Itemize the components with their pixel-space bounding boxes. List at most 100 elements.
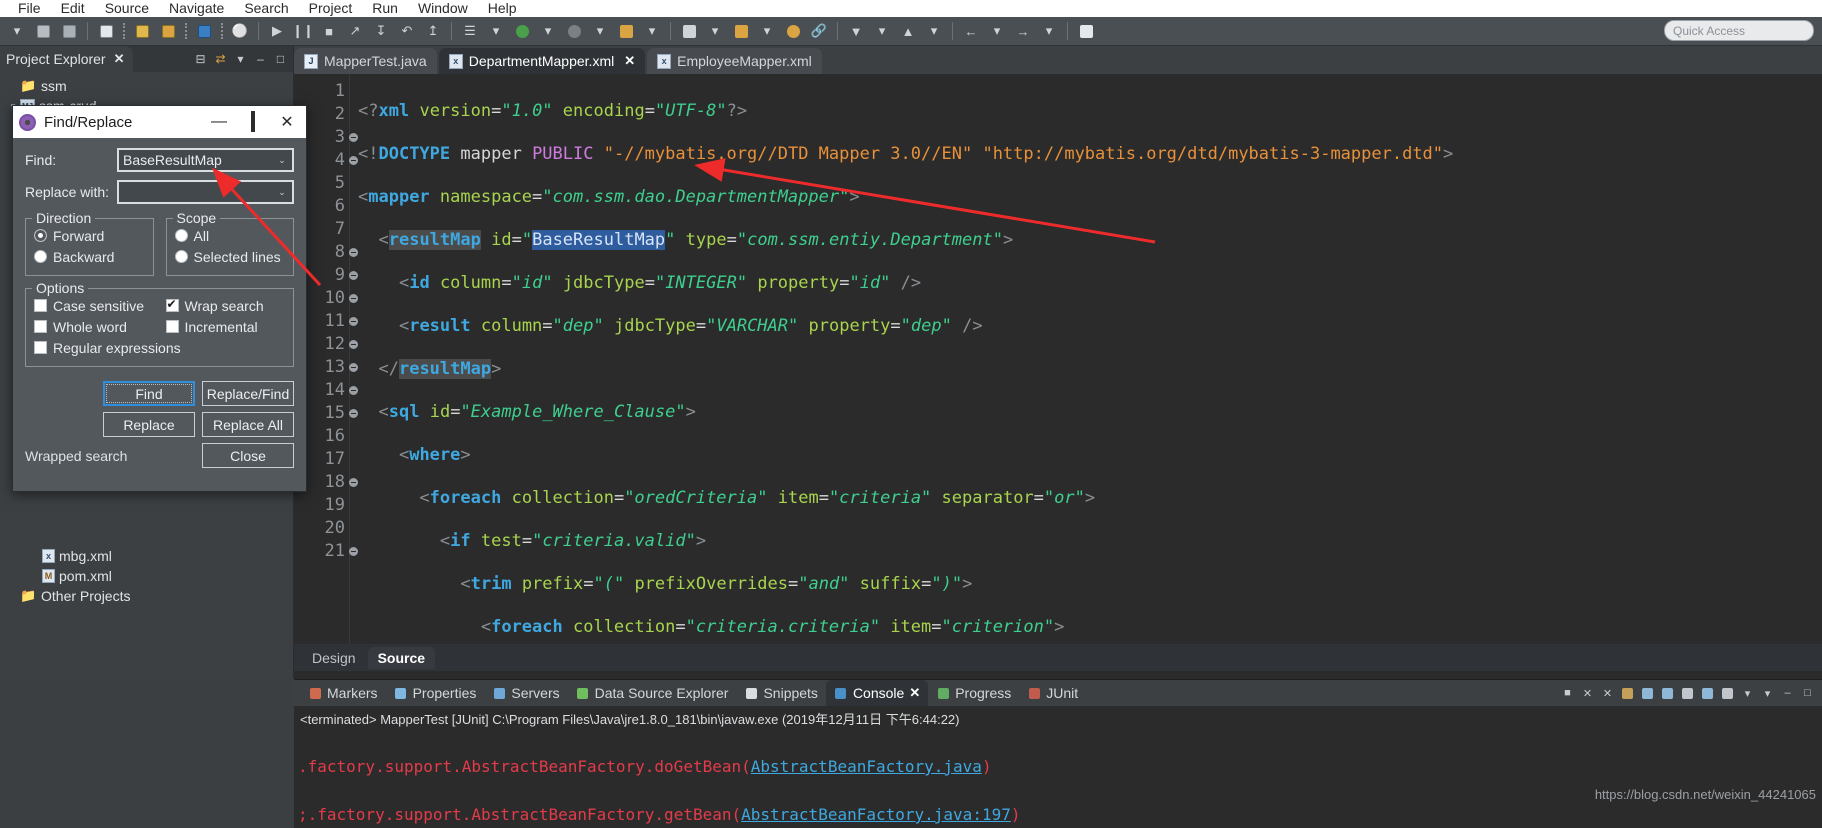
next-annotation-icon[interactable]: ▼ — [845, 20, 867, 42]
minimize-icon[interactable]: – — [252, 51, 269, 68]
fold-icon[interactable] — [349, 340, 358, 349]
tab-progress[interactable]: Progress — [928, 682, 1019, 704]
dropdown-arrow-icon-9[interactable]: ▾ — [923, 20, 945, 42]
tab-markers[interactable]: Markers — [300, 682, 386, 704]
dialog-title-bar[interactable]: Find/Replace — ✕ — [13, 106, 306, 138]
pin-icon[interactable] — [1075, 20, 1097, 42]
find-replace-dialog[interactable]: Find/Replace — ✕ Find: BaseResultMap ⌄ R… — [12, 105, 307, 492]
editor-tab-employeemapper-xml[interactable]: x EmployeeMapper.xml — [647, 48, 822, 74]
radio-forward[interactable]: Forward — [34, 225, 145, 246]
resume-icon[interactable]: ▶ — [266, 20, 288, 42]
search-icon[interactable] — [782, 20, 804, 42]
back-icon[interactable]: ← — [960, 20, 982, 42]
tab-project-explorer[interactable]: Project Explorer ✕ — [0, 46, 133, 72]
maximize-icon[interactable]: □ — [1799, 685, 1816, 701]
maximize-icon[interactable]: □ — [272, 51, 289, 68]
fold-icon[interactable] — [349, 294, 358, 303]
save-all-icon[interactable] — [58, 20, 80, 42]
tree-item-pom-xml[interactable]: M pom.xml — [4, 566, 293, 586]
tree-item-other-projects[interactable]: 📁 Other Projects — [4, 586, 293, 606]
export-icon[interactable] — [157, 20, 179, 42]
menu-item-window[interactable]: Window — [408, 0, 478, 17]
remove-launch-icon[interactable]: ✕ — [1579, 685, 1596, 701]
fold-icon[interactable] — [349, 156, 358, 165]
dropdown-arrow-icon-10[interactable]: ▾ — [986, 20, 1008, 42]
new-java-class-icon[interactable] — [678, 20, 700, 42]
pin-console-icon[interactable] — [1679, 685, 1696, 701]
dropdown-arrow-icon-11[interactable]: ▾ — [1038, 20, 1060, 42]
stack-trace-link[interactable]: AbstractBeanFactory.java:197 — [741, 805, 1011, 824]
dropdown-arrow-icon-3[interactable]: ▾ — [537, 20, 559, 42]
suspend-icon[interactable]: ❙❙ — [292, 20, 314, 42]
step-into-icon[interactable]: ↧ — [370, 20, 392, 42]
fold-icon[interactable] — [349, 363, 358, 372]
editor-tab-departmentmapper-xml[interactable]: x DepartmentMapper.xml ✕ — [438, 48, 646, 74]
step-over-icon[interactable]: ↶ — [396, 20, 418, 42]
replace-all-button[interactable]: Replace All — [202, 412, 294, 437]
close-icon[interactable]: ✕ — [114, 51, 125, 67]
view-menu-icon[interactable]: ▾ — [232, 51, 249, 68]
minimize-button[interactable]: — — [206, 113, 232, 131]
find-button[interactable]: Find — [103, 381, 195, 406]
radio-all[interactable]: All — [174, 225, 286, 246]
radio-selected-lines[interactable]: Selected lines — [174, 246, 286, 267]
step-return-icon[interactable]: ↥ — [422, 20, 444, 42]
radio-icon[interactable] — [34, 229, 47, 242]
dropdown-arrow-icon-5[interactable]: ▾ — [641, 20, 663, 42]
fold-icon[interactable] — [349, 133, 358, 142]
close-button[interactable]: ✕ — [274, 112, 300, 132]
dropdown-arrow-icon-7[interactable]: ▾ — [756, 20, 778, 42]
menu-item-run[interactable]: Run — [362, 0, 408, 17]
radio-icon[interactable] — [174, 250, 188, 263]
replace-input[interactable]: ⌄ — [117, 180, 294, 204]
dropdown-arrow-icon-8[interactable]: ▾ — [871, 20, 893, 42]
checkbox-icon[interactable] — [34, 341, 47, 354]
close-dialog-button[interactable]: Close — [202, 443, 294, 468]
view-menu-icon[interactable]: ▾ — [1759, 685, 1776, 701]
console-icon[interactable] — [193, 20, 215, 42]
scroll-lock-icon[interactable] — [1639, 685, 1656, 701]
code-text[interactable]: <?xml version="1.0" encoding="UTF-8"?> <… — [350, 74, 1822, 644]
tab-servers[interactable]: Servers — [484, 682, 567, 704]
replace-button[interactable]: Replace — [103, 412, 195, 437]
run-icon[interactable] — [511, 20, 533, 42]
tree-item-ssm[interactable]: 📁 ssm — [4, 76, 293, 96]
radio-backward[interactable]: Backward — [34, 246, 145, 267]
code-editor[interactable]: 1 2 3 4 5 6 7 8 9 10 11 12 13 14 15 16 1… — [294, 74, 1822, 644]
console-output[interactable]: .factory.support.AbstractBeanFactory.doG… — [294, 731, 1822, 828]
checkbox-icon[interactable] — [165, 297, 179, 312]
menu-item-help[interactable]: Help — [478, 0, 527, 17]
fold-icon[interactable] — [349, 409, 358, 418]
link-with-editor-icon[interactable]: ⇄ — [212, 51, 229, 68]
terminate-icon[interactable]: ■ — [1559, 685, 1576, 701]
close-icon[interactable]: ✕ — [909, 685, 920, 701]
tree-item-mbg-xml[interactable]: x mbg.xml — [4, 546, 293, 566]
tab-design[interactable]: Design — [302, 647, 366, 669]
word-wrap-icon[interactable] — [1659, 685, 1676, 701]
display-console-icon[interactable] — [1699, 685, 1716, 701]
remove-all-icon[interactable]: ✕ — [1599, 685, 1616, 701]
chevron-down-icon[interactable]: ⌄ — [272, 187, 292, 198]
menu-item-search[interactable]: Search — [234, 0, 298, 17]
tab-console[interactable]: Console ✕ — [825, 680, 929, 706]
fold-icon[interactable] — [349, 386, 358, 395]
menu-item-file[interactable]: File — [8, 0, 51, 17]
menu-item-source[interactable]: Source — [95, 0, 159, 17]
collapse-all-icon[interactable]: ⊟ — [192, 51, 209, 68]
open-console-icon[interactable] — [1719, 685, 1736, 701]
link-icon[interactable]: 🔗 — [808, 20, 830, 42]
dropdown-arrow-icon[interactable]: ▾ — [6, 20, 28, 42]
clear-console-icon[interactable] — [1619, 685, 1636, 701]
radio-icon[interactable] — [174, 229, 188, 242]
editor-tab-mappertest-java[interactable]: J MapperTest.java — [294, 48, 437, 74]
checkbox-icon[interactable] — [165, 320, 179, 333]
debug-config-icon[interactable]: ☰ — [459, 20, 481, 42]
debug-icon[interactable] — [563, 20, 585, 42]
stack-trace-link[interactable]: AbstractBeanFactory.java — [751, 757, 982, 776]
fold-icon[interactable] — [349, 271, 358, 280]
chevron-down-icon[interactable]: ⌄ — [272, 155, 292, 166]
tab-junit[interactable]: JUnit — [1019, 682, 1086, 704]
checkbox-whole-word[interactable]: Whole word — [34, 316, 154, 337]
dropdown-arrow-icon-4[interactable]: ▾ — [589, 20, 611, 42]
disconnect-icon[interactable]: ↗ — [344, 20, 366, 42]
